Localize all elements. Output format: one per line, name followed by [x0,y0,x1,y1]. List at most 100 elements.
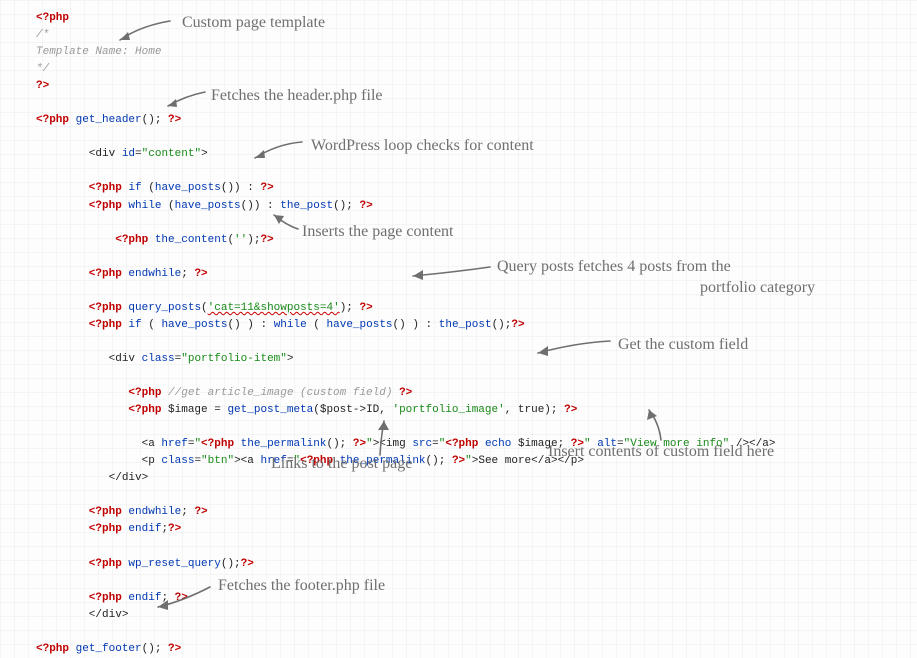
code-token: = [432,438,439,450]
code-token: <?php [36,523,122,535]
annotation-custom-field: Get the custom field [618,333,748,358]
code-token: ?> [564,404,577,416]
code-token: " [465,455,472,467]
code-token: ()) : [221,182,261,194]
annotation-query-line1: Query posts fetches 4 posts from the [497,255,731,280]
annotation-footer: Fetches the footer.php file [218,574,385,599]
code-token: ; [161,592,174,604]
code-token: ); [340,302,360,314]
code-token: ?> [194,268,207,280]
code-token: ?> [241,558,254,570]
code-token: href [161,438,187,450]
code-token: <div [36,148,122,160]
code-token: (); [426,455,452,467]
code-token: class [142,353,175,365]
code-token: id [122,148,135,160]
code-token: ; [181,268,194,280]
code-token: "btn" [201,455,234,467]
code-token: <?php [201,438,234,450]
code-token: (); [326,438,352,450]
code-token: ?> [168,643,181,655]
code-token: ; [181,506,194,518]
code-token: <?php [36,643,69,655]
annotation-custom-template: Custom page template [182,11,325,36]
code-token: ?> [168,114,181,126]
code-comment: /* [36,29,49,41]
code-token: ?> [36,80,49,92]
code-token: ( [307,319,327,331]
code-token: the_post [280,200,333,212]
code-token: endwhile [122,506,181,518]
code-token: <?php [36,234,148,246]
code-token: endif [122,592,162,604]
code-token: </div> [36,609,128,621]
code-token: ); [247,234,260,246]
code-token: have_posts [161,319,227,331]
code-token: endwhile [122,268,181,280]
code-token: endif [122,523,162,535]
code-token: while [122,200,162,212]
code-token: get_post_meta [227,404,313,416]
code-token: <a [36,438,161,450]
code-token: <?php [36,319,122,331]
code-token: ?> [359,200,372,212]
code-token: > [287,353,294,365]
code-token: ?> [260,234,273,246]
code-token: > [201,148,208,160]
code-token: ( [142,319,162,331]
code-token: ?> [168,523,181,535]
code-token: <?php [445,438,478,450]
code-token: ?> [260,182,273,194]
code-token: class [161,455,194,467]
code-token: get_header [69,114,142,126]
code-token: have_posts [327,319,393,331]
code-token: <?php [36,200,122,212]
code-comment: */ [36,63,49,75]
code-token: 'cat=11&showposts=4' [208,302,340,314]
code-token: <?php [36,558,122,570]
code-token: <?php [36,506,122,518]
code-token: <p [36,455,161,467]
code-token: <?php [36,268,122,280]
code-token: while [274,319,307,331]
code-token: echo [478,438,511,450]
annotation-insert-field: Insert contents of custom field here [548,440,774,465]
code-token: ()) : [241,200,281,212]
annotation-query-line2: portfolio category [700,276,815,301]
code-token: "portfolio-item" [181,353,287,365]
annotation-links: Links to the post page [271,452,412,477]
code-token: <?php [36,302,122,314]
code-token: have_posts [155,182,221,194]
code-token: <?php [36,12,69,24]
code-token: (); [142,114,168,126]
code-token: (); [492,319,512,331]
code-comment: Template Name: Home [36,46,161,58]
code-token: () ) : [393,319,439,331]
code-token: ><img [373,438,413,450]
code-token: <?php [36,114,69,126]
code-token: <?php [36,404,161,416]
code-token: ?> [399,387,412,399]
code-token: ?> [452,455,465,467]
code-token: ( [161,200,174,212]
code-token: ?> [353,438,366,450]
code-token: <?php [36,592,122,604]
code-token: src [412,438,432,450]
code-token: = [135,148,142,160]
code-token: wp_reset_query [122,558,221,570]
code-token: ?> [511,319,524,331]
code-token: <div [36,353,142,365]
code-token: ?> [175,592,188,604]
code-token: the_content [148,234,227,246]
code-token: if [122,319,142,331]
code-token: ?> [194,506,207,518]
code-token: have_posts [175,200,241,212]
code-token: "content" [142,148,201,160]
code-token: , true); [505,404,564,416]
code-comment: //get article_image (custom field) [161,387,399,399]
code-token: () ) : [227,319,273,331]
code-token: ?> [360,302,373,314]
code-token: <?php [36,387,161,399]
annotation-loop: WordPress loop checks for content [311,134,534,159]
annotation-header: Fetches the header.php file [211,84,383,109]
